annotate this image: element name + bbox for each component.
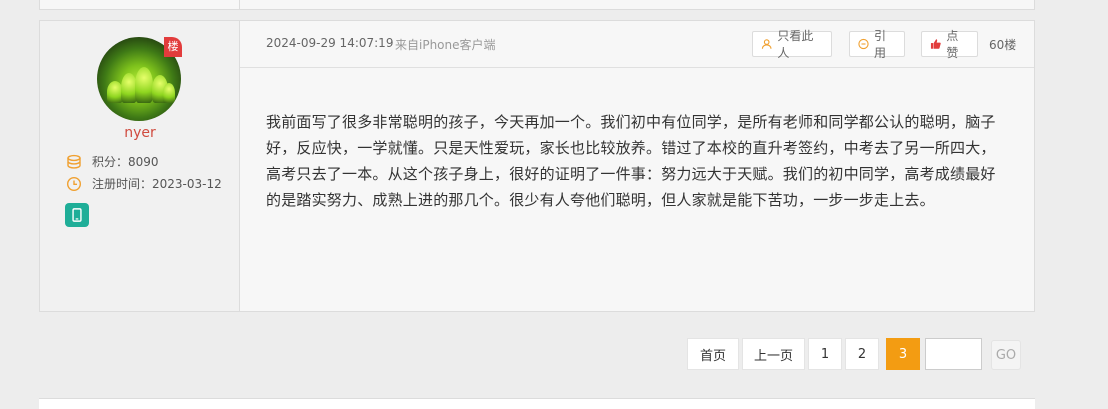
thumbs-up-icon [930,39,941,49]
post-body-text: 我前面写了很多非常聪明的孩子，今天再加一个。我们初中有位同学，是所有老师和同学都… [266,113,996,209]
first-page-button[interactable]: 首页 [687,338,739,370]
registration-stat: 注册时间：2023-03-12 [66,175,222,192]
user-icon [761,39,772,49]
mobile-phone-icon [65,203,89,227]
registration-label: 注册时间： [92,177,153,191]
next-post-top [39,398,1035,409]
page-1-button[interactable]: 1 [808,338,842,370]
previous-page-button[interactable]: 上一页 [742,338,805,370]
username-link[interactable]: nyer [40,125,240,141]
points-label: 积分： [92,155,129,169]
post-source: 来自iPhone客户端 [395,38,496,52]
quote-label: 引用 [874,29,887,60]
registration-value: 2023-03-12 [152,177,222,191]
coins-icon [67,154,81,169]
chat-bubble-icon [858,38,869,50]
page-2-button[interactable]: 2 [845,338,879,370]
previous-post-user-column [40,0,240,9]
only-author-label: 只看此人 [777,29,814,60]
like-button[interactable]: 点赞 [921,29,978,60]
forum-post: 楼 nyer 积分：8090 注册时间：2023-03-12 2024-09-2… [39,20,1035,312]
quote-button[interactable]: 引用 [849,29,905,60]
floor-number: 60楼 [989,38,1017,52]
points-value: 8090 [128,155,159,169]
only-author-button[interactable]: 只看此人 [752,29,832,60]
clock-icon [66,176,82,191]
page-3-current[interactable]: 3 [886,338,920,370]
page-jump-input[interactable] [925,338,982,370]
points-stat: 积分：8090 [66,153,159,170]
thread-starter-badge: 楼 [164,37,182,57]
previous-post-bottom [39,0,1035,10]
user-info-column: 楼 nyer 积分：8090 注册时间：2023-03-12 [40,21,240,311]
like-label: 点赞 [946,29,959,60]
go-button[interactable]: GO [991,340,1021,370]
post-meta-bar: 2024-09-29 14:07:19 来自iPhone客户端 只看此人 引用 [240,21,1034,68]
post-content-column: 2024-09-29 14:07:19 来自iPhone客户端 只看此人 引用 [240,21,1034,311]
post-timestamp: 2024-09-29 14:07:19 [266,36,394,50]
